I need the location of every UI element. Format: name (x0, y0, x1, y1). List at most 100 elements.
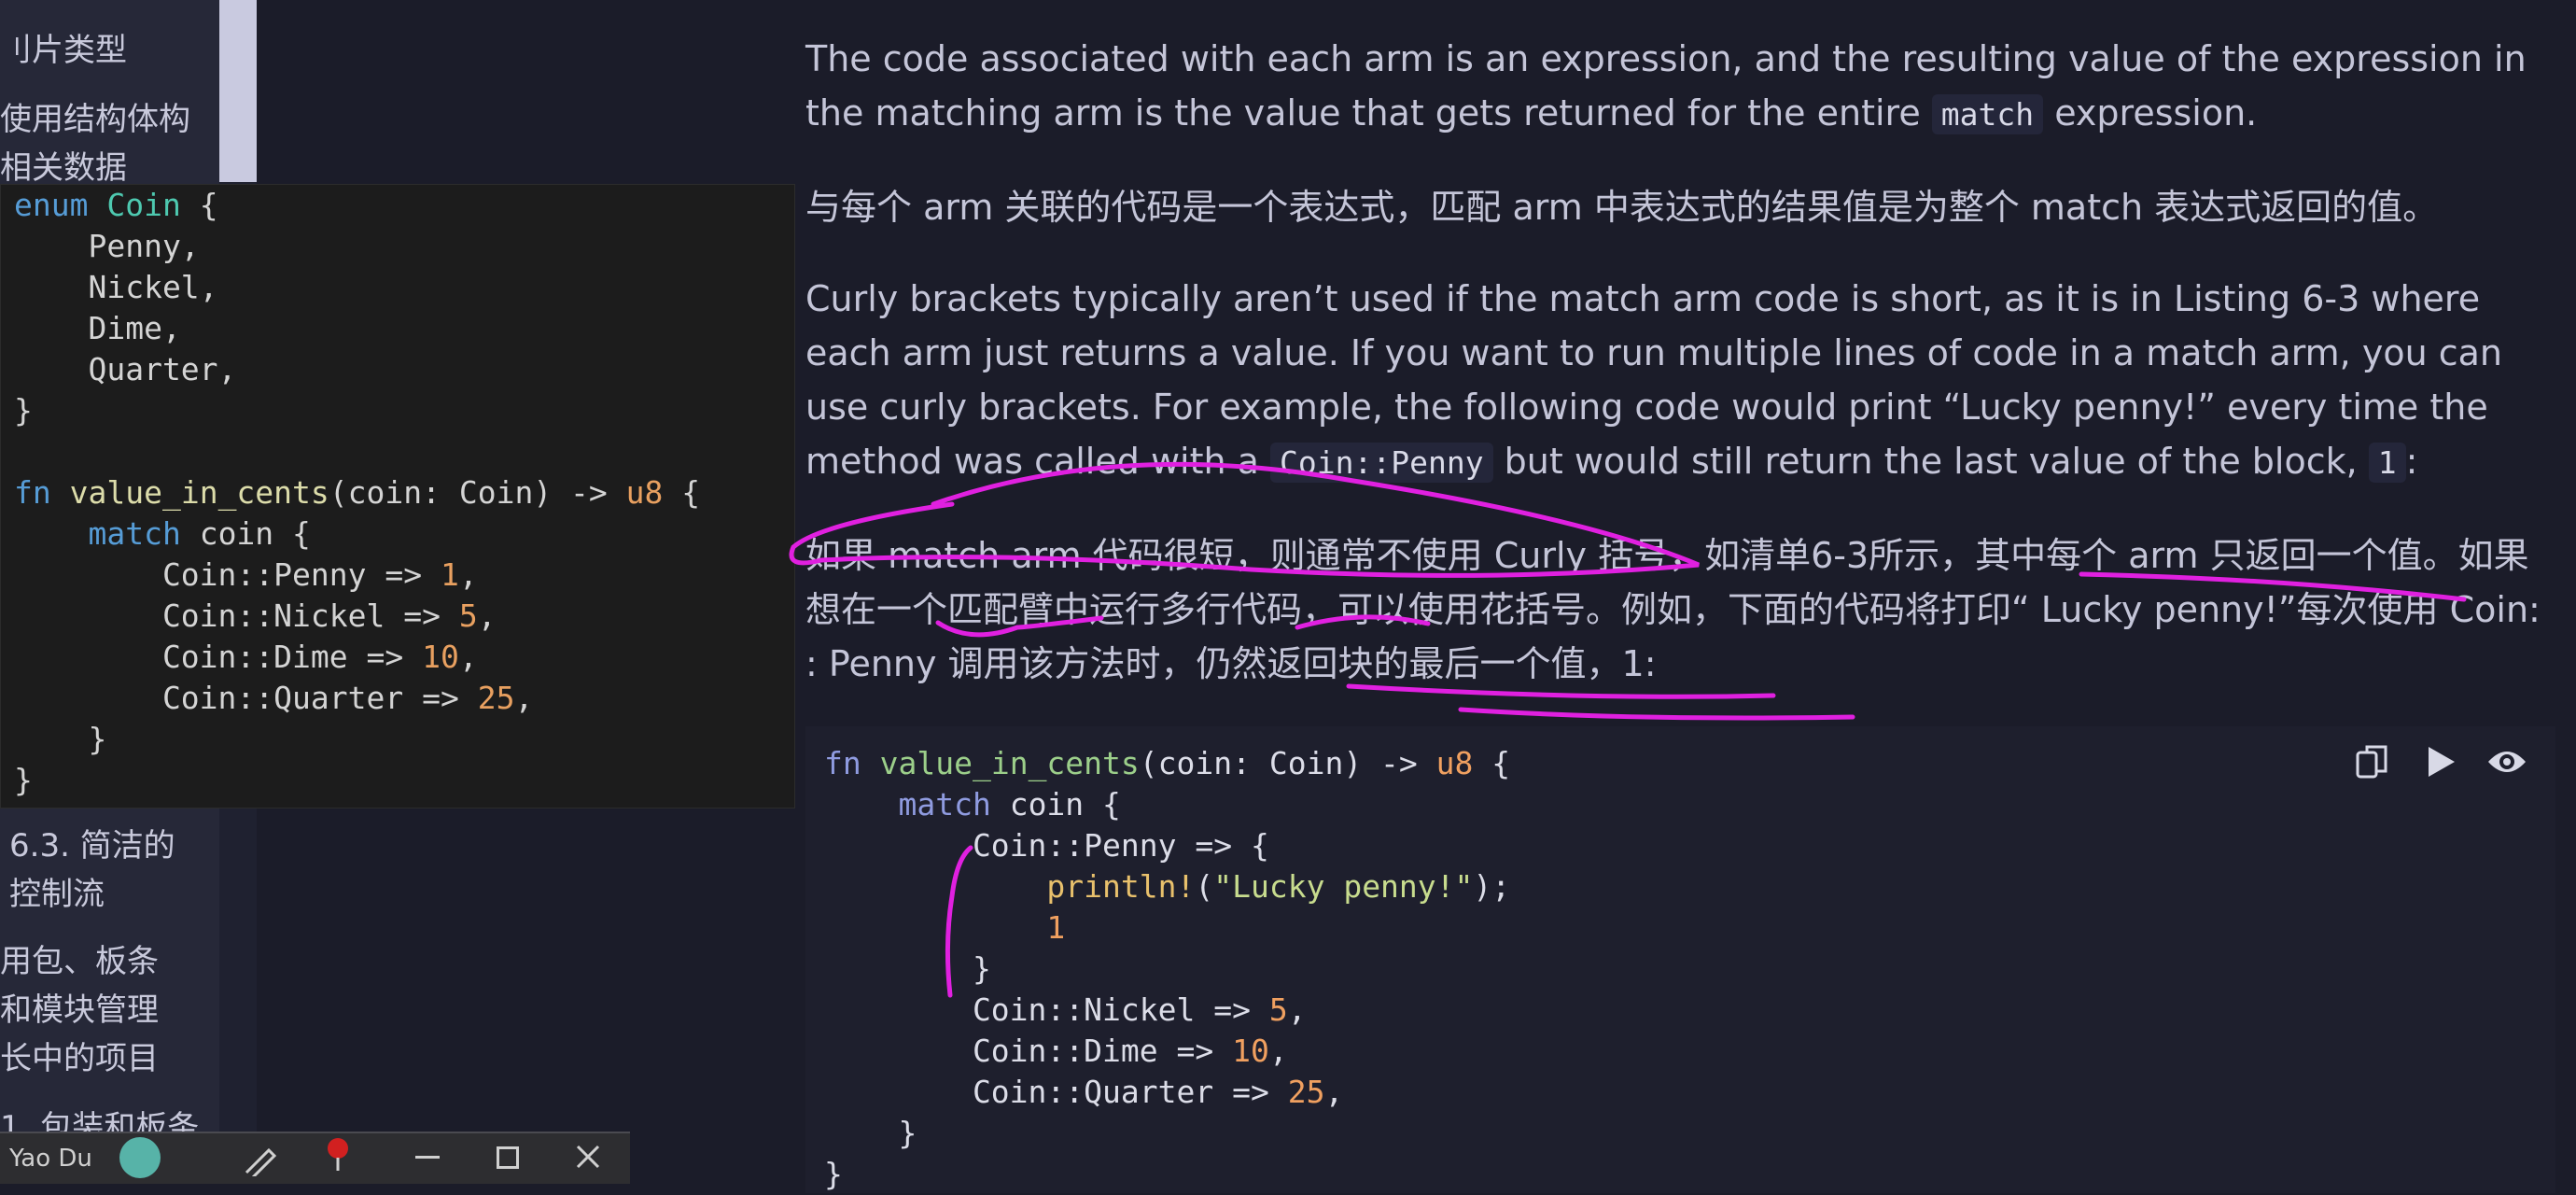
code-token: 10 (1232, 1033, 1269, 1069)
code-line: println!("Lucky penny!"); (824, 866, 1510, 907)
annotation-stroke (1458, 707, 1855, 721)
code-line: } (824, 949, 1510, 990)
eye-icon[interactable] (2486, 741, 2527, 782)
code-token: (coin: Coin) -> (329, 474, 626, 511)
code-listing: fn value_in_cents(coin: Coin) -> u8 { ma… (824, 743, 1510, 1195)
text: but would still return the last value of… (1492, 441, 2369, 482)
code-line: Nickel, (14, 267, 700, 308)
play-icon[interactable] (2419, 741, 2460, 782)
code-token: 25 (1287, 1074, 1325, 1110)
text: : (2405, 441, 2418, 482)
code-token: Coin (106, 187, 181, 223)
code-line: Penny, (14, 226, 700, 267)
code-token: , (1287, 991, 1307, 1028)
code-token: } (824, 950, 991, 987)
code-line: Coin::Penny => 1, (14, 555, 700, 596)
code-token: } (14, 762, 33, 798)
code-token: Coin::Dime => (824, 1033, 1233, 1069)
code-token: , (477, 598, 497, 634)
code-token: } (14, 721, 107, 757)
code-token: Coin::Nickel => (824, 991, 1269, 1028)
text: expression. (2043, 92, 2258, 134)
code-token: { (1473, 745, 1511, 781)
code-token: Quarter, (14, 351, 237, 387)
minimize-icon[interactable] (415, 1156, 440, 1159)
code-token: Penny, (14, 228, 200, 264)
sidebar-item-structs[interactable]: 使用结构体构 相关数据 (0, 95, 190, 192)
code-token: Dime, (14, 310, 181, 346)
pen-icon[interactable] (241, 1145, 278, 1183)
inline-code-one: 1 (2368, 443, 2406, 483)
code-line: } (14, 390, 700, 431)
code-token: , (458, 639, 478, 675)
code-line: 1 (824, 907, 1510, 949)
code-toolbar (2352, 741, 2527, 782)
code-line: enum Coin { (14, 185, 700, 226)
code-popup: enum Coin { Penny, Nickel, Dime, Quarter… (0, 184, 795, 808)
code-token: (coin: Coin) -> (1139, 745, 1436, 781)
code-token: fn (14, 474, 51, 511)
sidebar-item-label: 控制流 (9, 876, 105, 913)
code-line: match coin { (824, 784, 1510, 825)
sidebar-item-label: 刂片类型 (0, 32, 127, 69)
pin-icon[interactable] (319, 1135, 357, 1179)
code-token: match (898, 786, 991, 822)
paragraph-arm-expression: The code associated with each arm is an … (805, 32, 2551, 142)
inline-code-match: match (1931, 94, 2044, 134)
code-line: Dime, (14, 308, 700, 349)
paragraph-curly-brackets: Curly brackets typically aren’t used if … (805, 272, 2551, 490)
code-token: 5 (458, 598, 478, 634)
text: The code associated with each arm is an … (805, 38, 2527, 134)
avatar[interactable] (119, 1137, 161, 1178)
taskbar: Yao Du (0, 1132, 630, 1184)
code-token: } (824, 1156, 843, 1192)
code-token: Coin::Dime => (14, 639, 423, 675)
code-line: Coin::Dime => 10, (14, 637, 700, 678)
code-line: Coin::Nickel => 5, (14, 596, 700, 637)
code-token: Coin::Quarter => (14, 680, 478, 716)
code-token: u8 (625, 474, 664, 511)
code-token: } (14, 392, 33, 429)
code-token: enum (14, 187, 89, 223)
sidebar-item-label: 使用结构体构 (0, 101, 190, 138)
code-token: u8 (1435, 745, 1474, 781)
code-line: } (14, 760, 700, 801)
code-token: } (824, 1115, 917, 1151)
code-token: Coin::Quarter => (824, 1074, 1288, 1110)
code-token: 10 (422, 639, 459, 675)
user-label: Yao Du (9, 1145, 92, 1173)
code-token: Coin::Penny => (14, 556, 441, 593)
code-token: ); (1473, 868, 1511, 905)
code-token: coin { (180, 515, 311, 552)
code-token: Coin::Nickel => (14, 598, 459, 634)
code-token: coin { (990, 786, 1121, 822)
code-token: 1 (1046, 909, 1066, 946)
code-token: 5 (1268, 991, 1288, 1028)
maximize-icon[interactable] (497, 1146, 519, 1169)
code-line: Coin::Penny => { (824, 825, 1510, 866)
code-token: Coin::Penny => { (824, 827, 1269, 864)
code-line: } (824, 1154, 1510, 1195)
sidebar-item-packages[interactable]: 用包、板条 和模块管理 长中的项目 (0, 937, 159, 1083)
code-token: , (514, 680, 534, 716)
code-line: fn value_in_cents(coin: Coin) -> u8 { (824, 743, 1510, 784)
code-token: match (88, 515, 181, 552)
inline-code-coin-penny: Coin::Penny (1270, 443, 1493, 483)
code-token: Nickel, (14, 269, 218, 305)
sidebar-item-if-let[interactable]: 6.3. 简洁的 控制流 (9, 822, 175, 919)
code-token: 1 (440, 556, 459, 593)
copy-icon[interactable] (2352, 741, 2393, 782)
code-line: Coin::Dime => 10, (824, 1031, 1510, 1072)
sidebar-item-slice-type[interactable]: 刂片类型 (0, 26, 127, 75)
close-icon[interactable] (574, 1143, 602, 1177)
code-token: , (1324, 1074, 1344, 1110)
code-line: match coin { (14, 513, 700, 555)
code-token: println! (1046, 868, 1196, 905)
sidebar-scrollbar-thumb[interactable] (219, 0, 257, 182)
